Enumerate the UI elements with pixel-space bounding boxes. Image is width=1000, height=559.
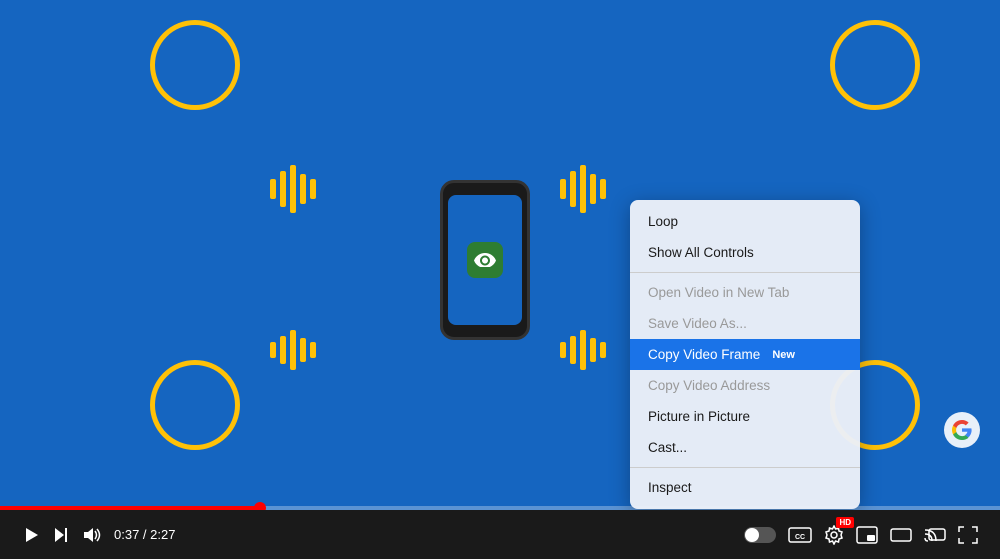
theater-icon: [890, 526, 912, 544]
menu-item-open-video-new-tab[interactable]: Open Video in New Tab: [630, 277, 860, 308]
cast-button[interactable]: [918, 522, 952, 548]
loop-toggle[interactable]: [744, 527, 776, 543]
eye-icon: [474, 253, 496, 267]
controls-bar: 0:37 / 2:27 CC HD: [0, 510, 1000, 559]
svg-text:CC: CC: [795, 534, 805, 541]
waveform-left: [270, 165, 316, 213]
menu-divider-2: [630, 467, 860, 468]
play-button[interactable]: [16, 522, 46, 548]
menu-item-inspect[interactable]: Inspect: [630, 472, 860, 503]
video-player: Loop Show All Controls Open Video in New…: [0, 0, 1000, 510]
waveform-bottom-right: [560, 330, 606, 370]
play-icon: [22, 526, 40, 544]
fullscreen-button[interactable]: [952, 522, 984, 548]
menu-item-cast[interactable]: Cast...: [630, 432, 860, 463]
time-display: 0:37 / 2:27: [114, 527, 175, 542]
menu-item-copy-video-frame[interactable]: Copy Video Frame New: [630, 339, 860, 370]
volume-button[interactable]: [76, 522, 108, 548]
waveform-right: [560, 165, 606, 213]
waveform-bottom-left: [270, 330, 316, 370]
decorative-circle-bottom-left: [150, 360, 240, 450]
menu-item-loop[interactable]: Loop: [630, 206, 860, 237]
phone-device: [440, 180, 530, 340]
menu-divider-1: [630, 272, 860, 273]
new-badge: New: [772, 349, 795, 361]
fullscreen-icon: [958, 526, 978, 544]
next-button[interactable]: [46, 522, 76, 548]
app-icon: [467, 242, 503, 278]
cast-icon: [924, 526, 946, 544]
theater-mode-button[interactable]: [884, 522, 918, 548]
menu-item-save-video-as[interactable]: Save Video As...: [630, 308, 860, 339]
hd-badge: HD: [836, 517, 854, 528]
next-icon: [52, 526, 70, 544]
menu-item-copy-video-address[interactable]: Copy Video Address: [630, 370, 860, 401]
settings-button[interactable]: HD: [818, 521, 850, 549]
google-logo: [942, 410, 982, 450]
gear-icon: [824, 525, 844, 545]
cc-icon: CC: [788, 526, 812, 544]
miniplayer-icon: [856, 526, 878, 544]
decorative-circle-top-right: [830, 20, 920, 110]
menu-item-picture-in-picture[interactable]: Picture in Picture: [630, 401, 860, 432]
volume-icon: [82, 526, 102, 544]
menu-item-show-all-controls[interactable]: Show All Controls: [630, 237, 860, 268]
decorative-circle-top-left: [150, 20, 240, 110]
miniplayer-button[interactable]: [850, 522, 884, 548]
cc-button[interactable]: CC: [782, 522, 818, 548]
context-menu: Loop Show All Controls Open Video in New…: [630, 200, 860, 509]
